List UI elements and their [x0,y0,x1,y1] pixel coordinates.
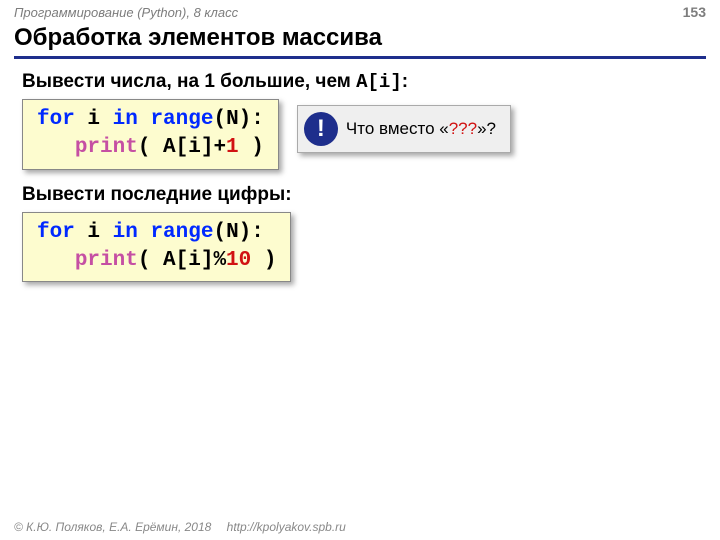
callout-before: Что вместо « [346,119,449,138]
content-area: Вывести числа, на 1 большие, чем A[i]: f… [0,59,720,282]
kw-print-2: print [75,249,138,272]
course-label: Программирование (Python), 8 класс [14,5,238,20]
tok-i-2: i [75,221,113,244]
kw-range: range [138,108,214,131]
copyright: © К.Ю. Поляков, Е.А. Ерёмин, 2018 [14,520,211,534]
task-1: Вывести числа, на 1 большие, чем A[i]: [22,71,698,93]
tok-i: i [75,108,113,131]
task-1-suffix: : [402,71,408,92]
task-1-var: A[i] [356,71,402,93]
task-1-prefix: Вывести числа, на 1 большие, чем [22,71,356,92]
tok-lparen-2: ( A[i]% [138,249,226,272]
exclamation-icon: ! [304,112,338,146]
tok-ten: 10 [226,249,251,272]
tok-one: 1 [226,136,239,159]
kw-range-2: range [138,221,214,244]
kw-for: for [37,108,75,131]
code-block-1: for i in range(N): print( A[i]+1 ) [22,99,279,170]
tok-rparen-2: ) [251,249,276,272]
footer-link: http://kpolyakov.spb.ru [227,520,346,534]
tok-rparen: ) [239,136,264,159]
kw-in: in [113,108,138,131]
callout-q: ??? [449,119,477,138]
callout: ! Что вместо «???»? [297,105,511,153]
page-number: 153 [683,4,706,20]
header-bar: Программирование (Python), 8 класс 153 [0,0,720,22]
kw-for-2: for [37,221,75,244]
kw-in-2: in [113,221,138,244]
page-title: Обработка элементов массива [14,24,706,59]
tok-indent [37,136,75,159]
tok-indent-2 [37,249,75,272]
tok-args: (N): [213,108,263,131]
callout-after: »? [477,119,496,138]
tok-lparen: ( A[i]+ [138,136,226,159]
tok-args-2: (N): [213,221,263,244]
callout-text: Что вместо «???»? [346,119,496,139]
task-2: Вывести последние цифры: [22,184,698,206]
row-1: for i in range(N): print( A[i]+1 ) ! Что… [22,99,698,170]
kw-print: print [75,136,138,159]
code-block-2: for i in range(N): print( A[i]%10 ) [22,212,291,283]
footer: © К.Ю. Поляков, Е.А. Ерёмин, 2018 http:/… [14,520,346,534]
